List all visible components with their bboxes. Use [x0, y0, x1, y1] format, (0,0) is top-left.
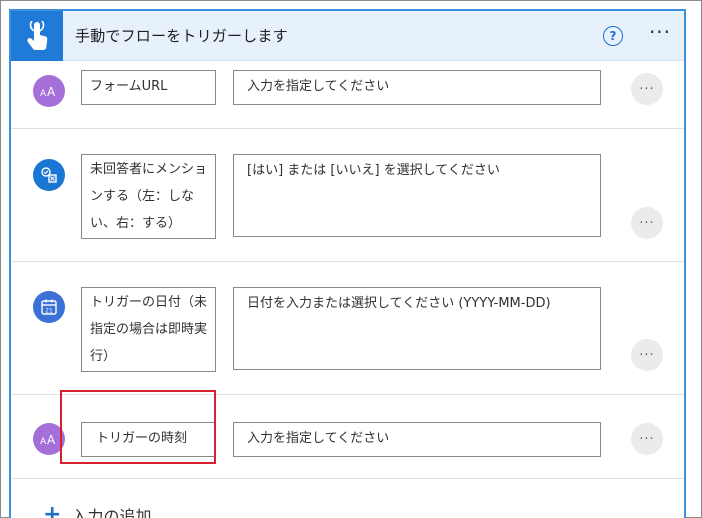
input-label-field[interactable]: 未回答者にメンションする（左：しない、右：する） — [81, 154, 216, 239]
help-icon[interactable]: ? — [603, 26, 623, 46]
svg-text:A: A — [40, 89, 47, 98]
row-more-options-icon[interactable]: ··· — [631, 73, 663, 105]
input-label-field[interactable]: フォームURL — [81, 70, 216, 105]
add-input-label: 入力の追加 — [71, 507, 152, 518]
plus-icon: + — [43, 502, 62, 518]
row-more-options-icon[interactable]: ··· — [631, 339, 663, 371]
row-more-options-icon[interactable]: ··· — [631, 423, 663, 455]
input-value-field[interactable]: [はい] または [いいえ] を選択してください — [233, 154, 601, 237]
calendar-day-number: 21 — [45, 308, 53, 315]
highlight-box — [60, 390, 216, 464]
add-input-button[interactable]: + 入力の追加 — [43, 503, 151, 518]
card-header[interactable]: 手動でフローをトリガーします ? ··· — [11, 11, 684, 61]
card-more-options-icon[interactable]: ··· — [645, 21, 675, 49]
input-row-form-url: AA フォームURL 入力を指定してください ··· — [11, 61, 684, 129]
card-title: 手動でフローをトリガーします — [75, 27, 288, 45]
input-row-mention: 未回答者にメンションする（左：しない、右：する） [はい] または [いいえ] … — [11, 129, 684, 262]
input-value-field[interactable]: 入力を指定してください — [233, 70, 601, 105]
input-label-field[interactable]: トリガーの日付（未指定の場合は即時実行） — [81, 287, 216, 372]
svg-text:A: A — [47, 433, 56, 446]
input-value-field[interactable]: 入力を指定してください — [233, 422, 601, 457]
input-value-field[interactable]: 日付を入力または選択してください (YYYY-MM-DD) — [233, 287, 601, 370]
row-more-options-icon[interactable]: ··· — [631, 207, 663, 239]
svg-text:A: A — [40, 437, 47, 446]
yes-no-icon — [33, 159, 65, 191]
text-aa-icon: AA — [33, 75, 65, 107]
calendar-icon: 21 — [33, 291, 65, 323]
input-row-trigger-date: 21 トリガーの日付（未指定の場合は即時実行） 日付を入力または選択してください… — [11, 262, 684, 395]
manual-trigger-icon — [11, 11, 63, 61]
svg-text:A: A — [47, 85, 56, 98]
